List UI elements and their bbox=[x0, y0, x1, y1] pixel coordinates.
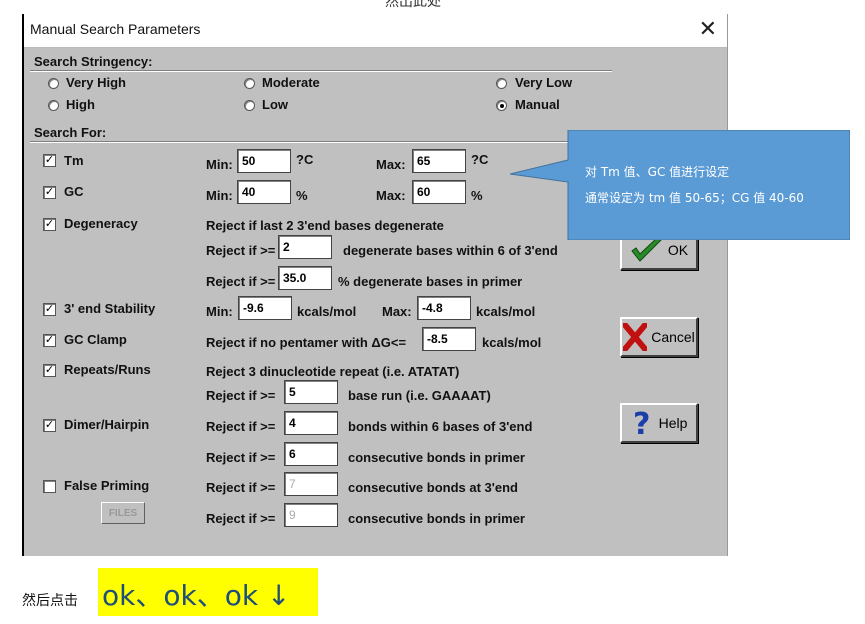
repeats-line2-suffix: base run (i.e. GAAAAT) bbox=[348, 388, 491, 403]
gc-min-label: Min: bbox=[206, 188, 233, 203]
gc-max-unit: % bbox=[471, 188, 483, 203]
gc-max-input[interactable]: 60 bbox=[412, 180, 466, 204]
radio-moderate-label: Moderate bbox=[262, 75, 320, 90]
tm-max-unit: ?C bbox=[471, 152, 489, 167]
close-icon[interactable]: ✕ bbox=[699, 17, 717, 41]
gc-max-label: Max: bbox=[376, 188, 406, 203]
search-for-label: Search For: bbox=[34, 125, 107, 140]
dimer-line2-suffix: consecutive bonds in primer bbox=[348, 450, 525, 465]
stability-max-input[interactable]: -4.8 bbox=[417, 296, 471, 320]
stability-unit1: kcals/mol bbox=[297, 304, 357, 319]
tm-checkbox[interactable]: ✓ bbox=[43, 154, 56, 167]
radio-very-low-label: Very Low bbox=[515, 75, 573, 90]
degeneracy-label: Degeneracy bbox=[64, 216, 138, 231]
bottom-lead-text: 然后点击 bbox=[22, 593, 78, 609]
dimer-checkbox[interactable]: ✓ bbox=[43, 419, 56, 432]
top-caption: 然出此处 bbox=[385, 0, 441, 10]
annotation-callout: 对 Tm 值、GC 值进行设定 通常设定为 tm 值 50-65；CG 值 40… bbox=[509, 129, 851, 241]
highlight-box: ok、ok、ok ↓ bbox=[98, 568, 318, 616]
stability-min-label: Min: bbox=[206, 304, 233, 319]
highlight-text: ok、ok、ok ↓ bbox=[102, 579, 291, 612]
false-priming-label: False Priming bbox=[64, 478, 150, 493]
radio-high-label: High bbox=[66, 97, 95, 112]
stability-label: 3' end Stability bbox=[64, 301, 156, 316]
dimer-consecutive-input[interactable]: 6 bbox=[284, 442, 338, 466]
gc-clamp-checkbox[interactable]: ✓ bbox=[43, 334, 56, 347]
degeneracy-percent-input[interactable]: 35.0 bbox=[278, 266, 332, 290]
false-priming-checkbox[interactable] bbox=[43, 480, 56, 493]
gc-clamp-label: GC Clamp bbox=[64, 332, 127, 347]
tm-min-label: Min: bbox=[206, 157, 233, 172]
help-button-label: Help bbox=[658, 415, 688, 431]
dimer-label: Dimer/Hairpin bbox=[64, 417, 150, 432]
dimer-line1-prefix: Reject if >= bbox=[206, 419, 276, 434]
degeneracy-line2-prefix: Reject if >= bbox=[206, 243, 276, 258]
gc-label: GC bbox=[64, 184, 84, 199]
tm-min-unit: ?C bbox=[296, 152, 314, 167]
degeneracy-checkbox[interactable]: ✓ bbox=[43, 218, 56, 231]
radio-very-high-label: Very High bbox=[66, 75, 126, 90]
help-button[interactable]: ? Help bbox=[620, 403, 698, 443]
cancel-button-label: Cancel bbox=[651, 329, 695, 345]
gc-clamp-prefix: Reject if no pentamer with ΔG<= bbox=[206, 335, 407, 350]
stability-unit2: kcals/mol bbox=[476, 304, 536, 319]
tm-min-input[interactable]: 50 bbox=[237, 149, 291, 173]
false-priming-line1-prefix: Reject if >= bbox=[206, 480, 276, 495]
degeneracy-line2-suffix: degenerate bases within 6 of 3'end bbox=[343, 243, 558, 258]
radio-moderate[interactable] bbox=[244, 78, 255, 89]
radio-manual-label: Manual bbox=[515, 97, 560, 112]
radio-manual[interactable] bbox=[496, 100, 507, 111]
repeats-line1: Reject 3 dinucleotide repeat (i.e. ATATA… bbox=[206, 364, 460, 379]
false-priming-line2-prefix: Reject if >= bbox=[206, 511, 276, 526]
tm-max-input[interactable]: 65 bbox=[412, 149, 466, 173]
gc-checkbox[interactable]: ✓ bbox=[43, 186, 56, 199]
radio-low-label: Low bbox=[262, 97, 288, 112]
repeats-checkbox[interactable]: ✓ bbox=[43, 364, 56, 377]
dimer-line1-suffix: bonds within 6 bases of 3'end bbox=[348, 419, 533, 434]
callout-line1: 对 Tm 值、GC 值进行设定 bbox=[585, 165, 730, 179]
stability-min-input[interactable]: -9.6 bbox=[238, 296, 292, 320]
degeneracy-bases-input[interactable]: 2 bbox=[278, 235, 332, 259]
stringency-divider bbox=[30, 70, 612, 72]
false-priming-line2-suffix: consecutive bonds in primer bbox=[348, 511, 525, 526]
radio-high[interactable] bbox=[48, 100, 59, 111]
dimer-bonds-input[interactable]: 4 bbox=[284, 411, 338, 435]
gc-clamp-unit: kcals/mol bbox=[482, 335, 542, 350]
manual-search-dialog: Manual Search Parameters ✕ Search String… bbox=[22, 14, 728, 556]
degeneracy-line3-prefix: Reject if >= bbox=[206, 274, 276, 289]
repeats-line2-prefix: Reject if >= bbox=[206, 388, 276, 403]
svg-text:?: ? bbox=[633, 408, 650, 438]
repeats-run-input[interactable]: 5 bbox=[284, 380, 338, 404]
repeats-label: Repeats/Runs bbox=[64, 362, 151, 377]
cancel-x-icon bbox=[623, 323, 648, 351]
false-priming-3end-input[interactable]: 7 bbox=[284, 472, 338, 496]
files-button[interactable]: FILES bbox=[101, 502, 145, 524]
stability-checkbox[interactable]: ✓ bbox=[43, 303, 56, 316]
gc-clamp-input[interactable]: -8.5 bbox=[422, 327, 476, 351]
stringency-label: Search Stringency: bbox=[34, 54, 153, 69]
gc-min-unit: % bbox=[296, 188, 308, 203]
degeneracy-line1: Reject if last 2 3'end bases degenerate bbox=[206, 218, 444, 233]
radio-low[interactable] bbox=[244, 100, 255, 111]
question-mark-icon: ? bbox=[633, 408, 650, 438]
false-priming-line1-suffix: consecutive bonds at 3'end bbox=[348, 480, 518, 495]
dimer-line2-prefix: Reject if >= bbox=[206, 450, 276, 465]
dialog-title: Manual Search Parameters bbox=[30, 21, 201, 37]
degeneracy-line3-suffix: % degenerate bases in primer bbox=[338, 274, 523, 289]
cancel-button[interactable]: Cancel bbox=[620, 317, 698, 357]
false-priming-primer-input[interactable]: 9 bbox=[284, 503, 338, 527]
gc-min-input[interactable]: 40 bbox=[237, 180, 291, 204]
ok-button-label: OK bbox=[667, 242, 689, 258]
title-bar: Manual Search Parameters ✕ bbox=[24, 14, 727, 48]
radio-very-low[interactable] bbox=[496, 78, 507, 89]
checkmark-icon bbox=[631, 237, 663, 262]
tm-max-label: Max: bbox=[376, 157, 406, 172]
tm-label: Tm bbox=[64, 153, 84, 168]
callout-shape bbox=[509, 129, 851, 241]
stability-max-label: Max: bbox=[382, 304, 412, 319]
callout-line2: 通常设定为 tm 值 50-65；CG 值 40-60 bbox=[585, 191, 804, 205]
radio-very-high[interactable] bbox=[48, 78, 59, 89]
